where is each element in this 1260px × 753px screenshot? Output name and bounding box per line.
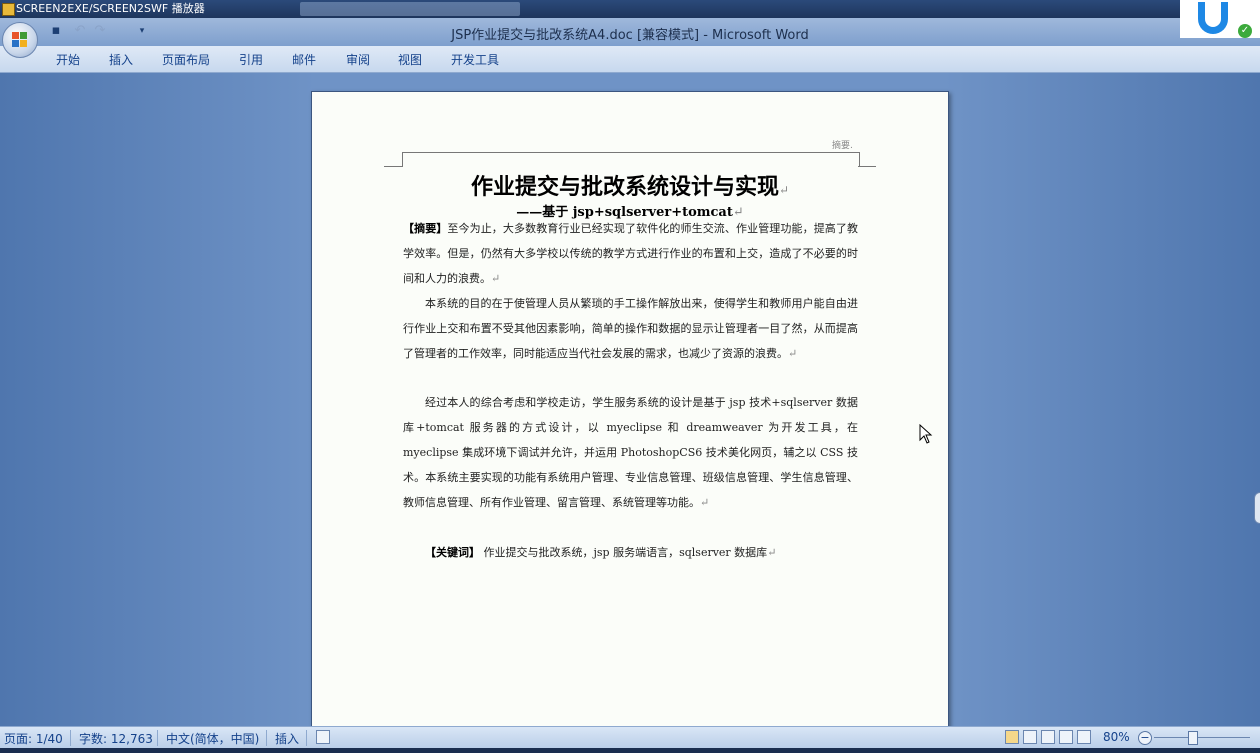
- comment-marker[interactable]: 摘要.: [832, 138, 853, 151]
- zoom-level[interactable]: 80%: [1103, 730, 1130, 744]
- window-title: JSP作业提交与批改系统A4.doc [兼容模式] - Microsoft Wo…: [451, 28, 809, 43]
- zoom-slider-thumb[interactable]: [1188, 731, 1198, 745]
- draft-view-icon[interactable]: [1077, 730, 1091, 744]
- tab-home[interactable]: 开始: [56, 51, 80, 68]
- undo-icon[interactable]: ↶: [72, 23, 88, 39]
- body-paragraph-2: 本系统的目的在于使管理人员从繁琐的手工操作解放出来，使得学生和教师用户能自由进行…: [403, 297, 858, 360]
- web-layout-view-icon[interactable]: [1041, 730, 1055, 744]
- tab-page-layout[interactable]: 页面布局: [162, 51, 210, 68]
- tab-view[interactable]: 视图: [398, 51, 422, 68]
- print-layout-view-icon[interactable]: [1005, 730, 1019, 744]
- overlay-app-badge: ✓: [1180, 0, 1260, 38]
- office-button[interactable]: [2, 22, 38, 58]
- status-word-count[interactable]: 字数: 12,763: [79, 730, 153, 747]
- redo-icon[interactable]: ↷: [92, 23, 108, 39]
- document-page[interactable]: 摘要. 作业提交与批改系统设计与实现↵ ——基于 jsp+sqlserver+t…: [311, 91, 949, 733]
- player-title: SCREEN2EXE/SCREEN2SWF 播放器: [16, 2, 205, 15]
- status-bar: 页面: 1/40 字数: 12,763 中文(简体，中国) 插入 80% −: [0, 726, 1260, 749]
- taskbar-edge: [0, 748, 1260, 753]
- status-page[interactable]: 页面: 1/40: [4, 730, 63, 747]
- tab-mailings[interactable]: 邮件: [292, 51, 316, 68]
- header-border: [384, 152, 876, 167]
- macro-record-icon[interactable]: [316, 730, 330, 744]
- tab-insert[interactable]: 插入: [109, 51, 133, 68]
- zoom-slider[interactable]: [1154, 737, 1250, 738]
- qat-customize-icon[interactable]: ▾: [134, 23, 150, 39]
- tab-developer[interactable]: 开发工具: [451, 51, 499, 68]
- office-logo-icon: [12, 32, 28, 48]
- document-heading: 作业提交与批改系统设计与实现↵: [470, 174, 790, 200]
- tab-review[interactable]: 审阅: [346, 51, 370, 68]
- scroll-handle[interactable]: [1254, 492, 1260, 524]
- outline-view-icon[interactable]: [1059, 730, 1073, 744]
- player-title-bar: SCREEN2EXE/SCREEN2SWF 播放器: [0, 0, 1260, 18]
- document-area[interactable]: 摘要. 作业提交与批改系统设计与实现↵ ——基于 jsp+sqlserver+t…: [0, 73, 1260, 733]
- abstract-paragraph: 【摘要】至今为止，大多数教育行业已经实现了软件化的师生交流、作业管理功能，提高了…: [403, 222, 859, 285]
- ribbon-tabs: 开始 插入 页面布局 引用 邮件 审阅 视图 开发工具: [0, 46, 1260, 73]
- status-insert-mode[interactable]: 插入: [275, 730, 299, 747]
- full-screen-reading-view-icon[interactable]: [1023, 730, 1037, 744]
- body-paragraph-3: 经过本人的综合考虑和学校走访，学生服务系统的设计是基于 jsp 技术+sqlse…: [403, 396, 858, 509]
- player-app-icon: [2, 3, 15, 16]
- mouse-cursor-icon: [919, 424, 933, 444]
- background-window-ghost: [300, 2, 520, 16]
- status-language[interactable]: 中文(简体，中国): [166, 730, 259, 747]
- save-icon[interactable]: ▪: [48, 23, 64, 39]
- check-icon: ✓: [1238, 24, 1252, 38]
- tab-references[interactable]: 引用: [239, 51, 263, 68]
- u-logo-icon: [1198, 2, 1228, 34]
- keywords-paragraph: 【关键词】 作业提交与批改系统，jsp 服务端语言，sqlserver 数据库↵: [425, 546, 777, 559]
- zoom-out-button[interactable]: −: [1138, 731, 1152, 745]
